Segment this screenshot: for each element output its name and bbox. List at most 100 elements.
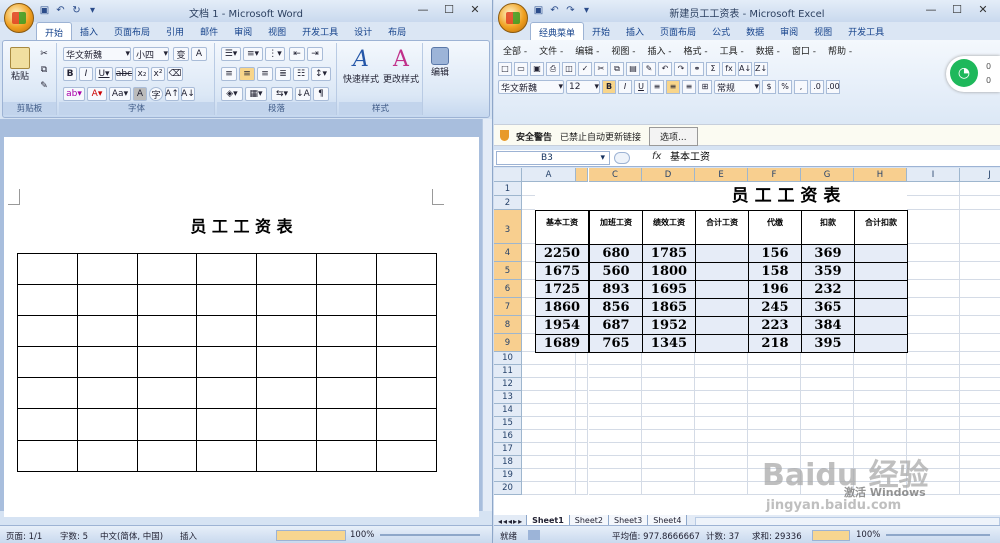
table-cell[interactable] bbox=[196, 377, 258, 410]
classic-menu-item[interactable]: 视图 - bbox=[608, 44, 638, 57]
row-header[interactable]: 16 bbox=[494, 430, 522, 443]
italic-icon[interactable]: I bbox=[79, 67, 93, 81]
data-cell[interactable] bbox=[695, 244, 749, 263]
row-header[interactable]: 5 bbox=[494, 262, 522, 280]
data-cell[interactable]: 680 bbox=[589, 244, 643, 263]
excel-customize-icon[interactable]: ▾ bbox=[580, 4, 593, 17]
row-header[interactable]: 2 bbox=[494, 196, 522, 210]
row-header[interactable]: 4 bbox=[494, 244, 522, 262]
number-format-select[interactable]: 常规 ▾ bbox=[714, 80, 760, 94]
customize-icon[interactable]: ▾ bbox=[86, 4, 99, 17]
numbering-icon[interactable]: ≡▾ bbox=[243, 47, 263, 61]
grid-cell[interactable] bbox=[960, 378, 1000, 391]
grid-cell[interactable] bbox=[854, 378, 907, 391]
table-cell[interactable] bbox=[375, 408, 437, 441]
maximize-icon[interactable]: ☐ bbox=[436, 2, 462, 18]
data-cell[interactable]: 218 bbox=[748, 334, 802, 353]
data-cell[interactable] bbox=[695, 280, 749, 299]
copy-icon[interactable]: ⧉ bbox=[36, 63, 52, 77]
excel-minimize-icon[interactable]: — bbox=[918, 2, 944, 18]
edit-button[interactable]: 编辑 bbox=[427, 47, 453, 78]
data-cell[interactable]: 2250 bbox=[535, 244, 589, 263]
grid-cell[interactable] bbox=[907, 280, 960, 298]
grid-cell[interactable] bbox=[695, 352, 748, 365]
preview-icon[interactable]: ◫ bbox=[562, 62, 576, 76]
table-cell[interactable] bbox=[375, 377, 437, 410]
grid-cell[interactable] bbox=[960, 456, 1000, 469]
grid-cell[interactable] bbox=[522, 378, 576, 391]
grid-cell[interactable] bbox=[907, 417, 960, 430]
cut-toolbar-icon[interactable]: ✂ bbox=[594, 62, 608, 76]
row-header[interactable]: 7 bbox=[494, 298, 522, 316]
header-cell[interactable]: 代缴 bbox=[748, 210, 802, 245]
table-cell[interactable] bbox=[136, 252, 198, 286]
grid-cell[interactable] bbox=[522, 430, 576, 443]
table-cell[interactable] bbox=[196, 252, 258, 286]
grid-cell[interactable] bbox=[589, 456, 642, 469]
grid-cell[interactable] bbox=[960, 482, 1000, 495]
increase-decimal-icon[interactable]: .0 bbox=[810, 80, 824, 94]
table-cell[interactable] bbox=[17, 252, 78, 286]
grid-cell[interactable] bbox=[748, 417, 801, 430]
grid-cell[interactable] bbox=[801, 430, 854, 443]
grid-cell[interactable] bbox=[642, 391, 695, 404]
table-cell[interactable] bbox=[136, 439, 198, 472]
word-tab[interactable]: 开始 bbox=[36, 22, 73, 40]
classic-menu-item[interactable]: 编辑 - bbox=[572, 44, 602, 57]
subscript-icon[interactable]: x₂ bbox=[135, 67, 149, 81]
excel-tab[interactable]: 审阅 bbox=[772, 22, 806, 40]
table-cell[interactable] bbox=[136, 408, 198, 441]
grid-cell[interactable] bbox=[695, 417, 748, 430]
classic-menu-item[interactable]: 全部 - bbox=[500, 44, 530, 57]
grid-cell[interactable] bbox=[522, 482, 576, 495]
function-icon[interactable]: fx bbox=[722, 62, 736, 76]
grid-cell[interactable] bbox=[854, 391, 907, 404]
decrease-decimal-icon[interactable]: .00 bbox=[826, 80, 840, 94]
data-cell[interactable]: 1689 bbox=[535, 334, 589, 353]
classic-menu-item[interactable]: 数据 - bbox=[753, 44, 783, 57]
column-header[interactable]: E bbox=[695, 168, 748, 182]
grid-cell[interactable] bbox=[960, 430, 1000, 443]
classic-menu-item[interactable]: 插入 - bbox=[644, 44, 674, 57]
table-cell[interactable] bbox=[17, 284, 78, 317]
excel-tab[interactable]: 视图 bbox=[806, 22, 840, 40]
excel-office-button[interactable] bbox=[498, 3, 528, 33]
grid-cell[interactable] bbox=[589, 404, 642, 417]
table-cell[interactable] bbox=[17, 346, 78, 379]
grid-cell[interactable] bbox=[907, 298, 960, 316]
data-cell[interactable]: 245 bbox=[748, 298, 802, 317]
grid-cell[interactable] bbox=[960, 244, 1000, 262]
grid-cell[interactable] bbox=[801, 417, 854, 430]
data-cell[interactable]: 1860 bbox=[535, 298, 589, 317]
grid-cell[interactable] bbox=[960, 280, 1000, 298]
grid-cell[interactable] bbox=[960, 391, 1000, 404]
data-cell[interactable]: 687 bbox=[589, 316, 643, 335]
table-cell[interactable] bbox=[256, 408, 317, 441]
grid-cell[interactable] bbox=[642, 378, 695, 391]
grid-cell[interactable] bbox=[960, 182, 1000, 196]
enclose-char-icon[interactable]: 字 bbox=[149, 87, 163, 101]
data-cell[interactable]: 365 bbox=[801, 298, 855, 317]
grid-cell[interactable] bbox=[801, 404, 854, 417]
excel-underline-icon[interactable]: U bbox=[634, 80, 648, 94]
grid-cell[interactable] bbox=[907, 244, 960, 262]
grid-cell[interactable] bbox=[522, 391, 576, 404]
view-buttons[interactable] bbox=[276, 530, 346, 541]
fx-icon[interactable]: fx bbox=[652, 151, 661, 162]
data-cell[interactable]: 158 bbox=[748, 262, 802, 281]
grid-cell[interactable] bbox=[854, 365, 907, 378]
grid-cell[interactable] bbox=[960, 404, 1000, 417]
column-header[interactable]: I bbox=[907, 168, 960, 182]
grid-cell[interactable] bbox=[695, 430, 748, 443]
grid-cell[interactable] bbox=[589, 469, 642, 482]
grid-cell[interactable] bbox=[907, 334, 960, 352]
grid-cell[interactable] bbox=[907, 262, 960, 280]
row-header[interactable]: 10 bbox=[494, 352, 522, 365]
word-tab[interactable]: 审阅 bbox=[226, 22, 260, 40]
word-tab[interactable]: 插入 bbox=[72, 22, 106, 40]
table-cell[interactable] bbox=[17, 408, 78, 441]
strikethrough-icon[interactable]: abc bbox=[115, 67, 133, 81]
classic-menu-item[interactable]: 工具 - bbox=[717, 44, 747, 57]
header-cell[interactable]: 扣款 bbox=[801, 210, 855, 245]
table-cell[interactable] bbox=[76, 377, 138, 410]
